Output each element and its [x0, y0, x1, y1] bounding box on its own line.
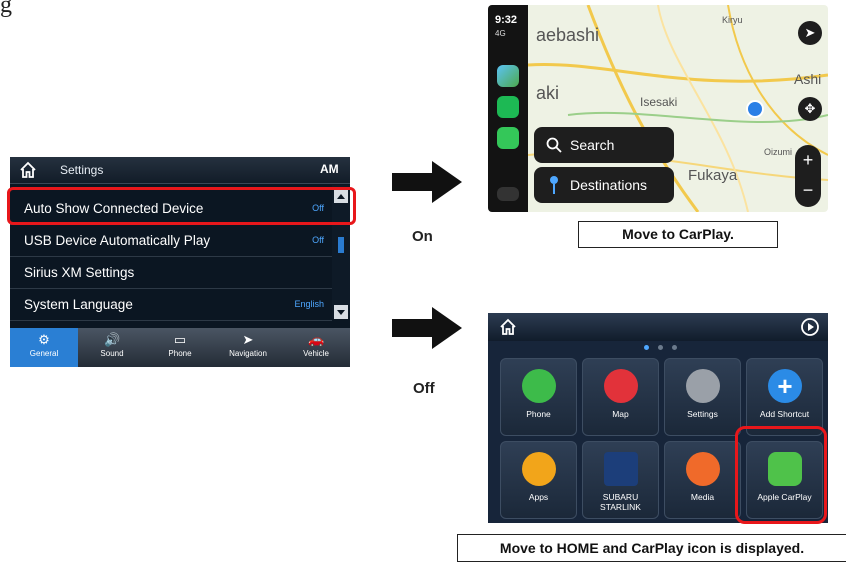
map-place-label: Kiryu — [722, 15, 743, 25]
carplay-dock: 9:32 4G — [488, 5, 528, 212]
page-indicator-dot — [672, 345, 677, 350]
tab-label: Phone — [168, 349, 192, 358]
zoom-out-icon[interactable]: − — [795, 176, 821, 207]
destinations-label: Destinations — [570, 177, 648, 193]
arrow-right-icon — [392, 161, 462, 203]
tab-phone[interactable]: ▭ Phone — [146, 328, 214, 367]
tile-label: Apps — [528, 492, 549, 502]
source-badge: AM — [320, 162, 339, 176]
search-icon — [546, 137, 562, 153]
tab-sound[interactable]: 🔊 Sound — [78, 328, 146, 367]
settings-row-language[interactable]: System Language English — [10, 289, 332, 321]
tile-label: Map — [612, 409, 629, 419]
tab-label: General — [29, 349, 59, 358]
map-place-label: Oizumi — [764, 147, 793, 157]
tab-vehicle[interactable]: 🚗 Vehicle — [282, 328, 350, 367]
starlink-icon — [604, 452, 638, 486]
map-icon — [604, 369, 638, 403]
row-label: System Language — [24, 297, 133, 312]
plus-icon: + — [768, 369, 802, 403]
scroll-down-button[interactable] — [334, 305, 348, 319]
phone-app-icon[interactable] — [497, 127, 519, 149]
highlight-carplay-tile — [735, 426, 827, 524]
location-arrow-icon[interactable]: ➤ — [798, 21, 822, 45]
zoom-in-icon[interactable]: + — [795, 145, 821, 176]
settings-row-usb-autoplay[interactable]: USB Device Automatically Play Off — [10, 225, 332, 257]
settings-row-siriusxm[interactable]: Sirius XM Settings — [10, 257, 332, 289]
media-icon — [686, 452, 720, 486]
home-icon[interactable] — [18, 160, 38, 180]
tile-subaru-starlink[interactable]: SUBARU STARLINK — [582, 441, 659, 519]
home-icon[interactable] — [498, 317, 518, 337]
on-label: On — [412, 228, 433, 245]
caption-home: Move to HOME and CarPlay icon is display… — [457, 534, 846, 562]
tile-label: Add Shortcut — [759, 409, 810, 419]
speaker-icon: 🔊 — [104, 332, 121, 347]
arrow-right-icon — [392, 307, 462, 349]
cropped-heading-text: g — [0, 0, 12, 18]
map-place-label: aki — [536, 83, 560, 103]
map-place-label: aebashi — [536, 25, 600, 45]
tile-settings[interactable]: Settings — [664, 358, 741, 436]
maps-app-icon[interactable] — [497, 65, 519, 87]
car-icon: 🚗 — [308, 332, 325, 347]
search-button[interactable]: Search — [534, 127, 674, 163]
carplay-shortcut-icon[interactable] — [800, 317, 820, 337]
zoom-control[interactable]: + − — [795, 145, 821, 207]
gear-icon: ⚙ — [38, 332, 50, 347]
current-location-dot — [746, 100, 764, 118]
app-grid-icon[interactable] — [497, 187, 519, 201]
tile-label: Phone — [526, 409, 551, 419]
tab-label: Vehicle — [303, 349, 329, 358]
signal-indicator: 4G — [495, 29, 506, 38]
chevron-down-icon — [337, 310, 345, 315]
home-header — [488, 313, 828, 341]
search-label: Search — [570, 137, 615, 153]
settings-tabbar: ⚙ General 🔊 Sound ▭ Phone ➤ Navigation 🚗 Vehi… — [10, 328, 350, 367]
spotify-app-icon[interactable] — [497, 96, 519, 118]
map-place-label: Isesaki — [640, 95, 678, 109]
tile-label: Settings — [687, 409, 718, 419]
apps-grid-icon — [522, 452, 556, 486]
caption-carplay: Move to CarPlay. — [578, 221, 778, 248]
highlight-auto-show-row — [7, 187, 356, 225]
scroll-thumb[interactable] — [338, 237, 344, 253]
row-value: Off — [312, 235, 324, 245]
gear-icon — [686, 369, 720, 403]
tile-apps[interactable]: Apps — [500, 441, 577, 519]
row-label: Sirius XM Settings — [24, 265, 135, 280]
tile-label: Media — [690, 492, 715, 502]
page-indicator-dot — [658, 345, 663, 350]
phone-icon — [522, 369, 556, 403]
tile-map[interactable]: Map — [582, 358, 659, 436]
tab-label: Navigation — [229, 349, 267, 358]
page-indicator-dot — [644, 345, 649, 350]
tile-add-shortcut[interactable]: + Add Shortcut — [746, 358, 823, 436]
off-label: Off — [413, 380, 435, 397]
tile-label: SUBARU STARLINK — [600, 492, 641, 512]
clock: 9:32 — [495, 14, 518, 26]
map-place-label: Ashi — [794, 71, 822, 87]
tab-label: Sound — [100, 349, 124, 358]
row-value: English — [294, 299, 324, 309]
settings-title: Settings — [60, 163, 104, 177]
phone-icon: ▭ — [173, 332, 187, 347]
destinations-button[interactable]: Destinations — [534, 167, 674, 203]
map-place-label: Fukaya — [688, 167, 738, 184]
pin-icon — [550, 176, 558, 194]
tile-phone[interactable]: Phone — [500, 358, 577, 436]
tab-general[interactable]: ⚙ General — [10, 328, 78, 367]
tile-media[interactable]: Media — [664, 441, 741, 519]
navigation-icon: ➤ — [242, 332, 254, 347]
carplay-map-screen: 9:32 4G aebashi aki Isesaki Fukaya Ashi … — [488, 5, 828, 212]
tab-navigation[interactable]: ➤ Navigation — [214, 328, 282, 367]
settings-header: Settings AM — [10, 157, 350, 184]
row-label: USB Device Automatically Play — [24, 233, 211, 248]
pan-icon[interactable]: ✥ — [798, 97, 822, 121]
